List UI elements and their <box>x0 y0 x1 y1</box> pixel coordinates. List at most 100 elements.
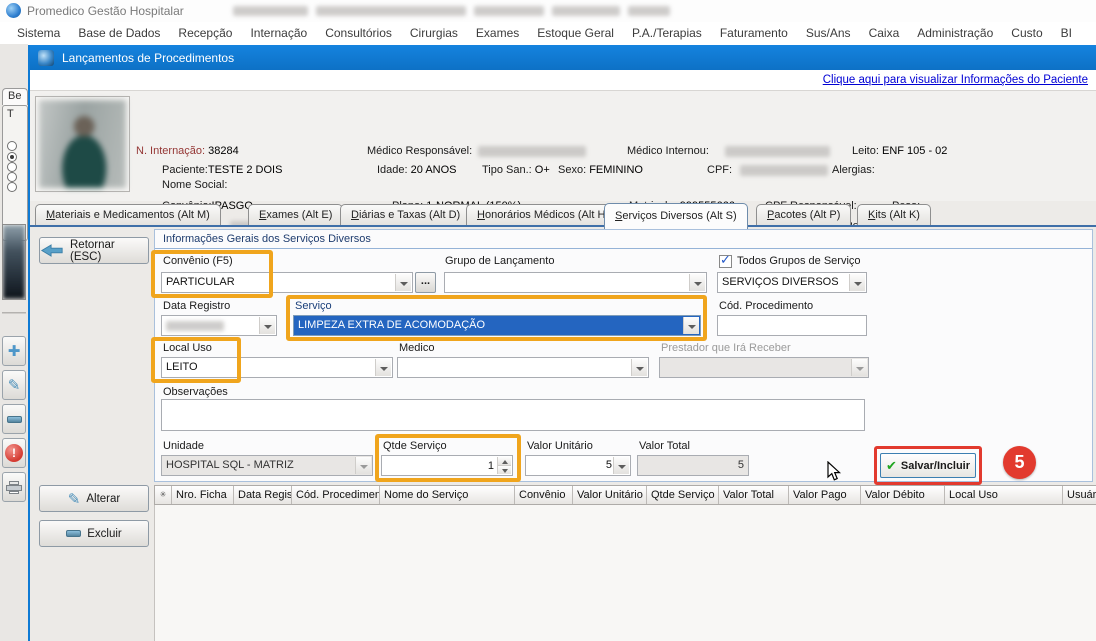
spin-up-icon[interactable] <box>498 457 511 466</box>
convenio-label: Convênio (F5) <box>163 255 233 267</box>
local-uso-label: Local Uso <box>163 342 212 354</box>
menu-bi[interactable]: BI <box>1052 22 1081 44</box>
chevron-down-icon[interactable] <box>395 274 411 291</box>
field-idade: Idade: 20 ANOS <box>377 164 457 176</box>
radio-option-5[interactable] <box>7 182 17 192</box>
patient-photo-frame <box>35 96 130 192</box>
remove-button[interactable] <box>2 404 26 434</box>
menu-sistema[interactable]: Sistema <box>8 22 69 44</box>
todos-grupos-checkbox[interactable]: ✓ <box>719 255 732 268</box>
convenio-browse-button[interactable]: ... <box>415 272 436 293</box>
retornar-button[interactable]: Retornar (ESC) <box>39 237 149 264</box>
menu-cirurgias[interactable]: Cirurgias <box>401 22 467 44</box>
chevron-down-icon[interactable] <box>683 317 699 334</box>
menu-administracao[interactable]: Administração <box>908 22 1002 44</box>
column-header-valor-unitario[interactable]: Valor Unitário <box>573 486 647 504</box>
menu-recepcao[interactable]: Recepção <box>169 22 241 44</box>
qtde-servico-label: Qtde Serviço <box>383 440 447 452</box>
menu-custo[interactable]: Custo <box>1002 22 1051 44</box>
menu-estoque-geral[interactable]: Estoque Geral <box>528 22 623 44</box>
chevron-down-icon[interactable] <box>613 457 629 474</box>
background-photo-thumbnail <box>2 224 26 300</box>
menu-pa-terapias[interactable]: P.A./Terapias <box>623 22 711 44</box>
column-header-qtde-servico[interactable]: Qtde Serviço <box>647 486 719 504</box>
add-button[interactable]: ✚ <box>2 336 26 366</box>
column-header-usuario[interactable]: Usuário <box>1063 486 1096 504</box>
tab-honorarios-medicos[interactable]: Honorários Médicos (Alt H) <box>466 204 620 225</box>
mouse-cursor <box>827 461 842 482</box>
redacted-text <box>628 6 670 16</box>
observacoes-textarea[interactable] <box>161 399 865 431</box>
column-header-cod-procediment[interactable]: Cód. Procediment <box>292 486 380 504</box>
column-header-valor-pago[interactable]: Valor Pago <box>789 486 861 504</box>
background-window-strip: Be T ✚ ✎ ! <box>0 44 28 641</box>
cod-procedimento-input[interactable] <box>717 315 867 336</box>
tab-materiais-medicamentos[interactable]: Materiais e Medicamentos (Alt M) <box>35 204 221 225</box>
tab-diarias-taxas[interactable]: Diárias e Taxas (Alt D) <box>340 204 471 225</box>
field-tipo-sanguineo: Tipo San.: O+ <box>482 164 550 176</box>
salvar-incluir-button[interactable]: ✔ Salvar/Incluir <box>880 453 976 478</box>
chevron-down-icon[interactable] <box>631 359 647 376</box>
tab-servicos-diversos[interactable]: Serviços Diversos (Alt S) <box>604 203 748 229</box>
grupo-lancamento-combobox[interactable] <box>444 272 707 293</box>
plus-icon: ✚ <box>8 342 21 360</box>
radio-option-1[interactable] <box>7 141 17 151</box>
observacoes-label: Observações <box>163 386 228 398</box>
edit-button[interactable]: ✎ <box>2 370 26 400</box>
redacted-text <box>316 6 466 16</box>
chevron-down-icon[interactable] <box>375 359 391 376</box>
results-grid-body[interactable] <box>154 505 1096 641</box>
menu-internacao[interactable]: Internação <box>241 22 316 44</box>
unidade-label: Unidade <box>163 440 204 452</box>
field-cpf: CPF: <box>707 164 732 176</box>
local-uso-combobox[interactable]: LEITO <box>161 357 393 378</box>
excluir-label: Excluir <box>87 528 122 540</box>
menu-exames[interactable]: Exames <box>467 22 528 44</box>
column-header-valor-total[interactable]: Valor Total <box>719 486 789 504</box>
field-medico-responsavel: Médico Responsável: <box>367 145 472 157</box>
minus-icon <box>7 416 22 423</box>
valor-unitario-combobox[interactable]: 5 <box>525 455 631 476</box>
cod-procedimento-label: Cód. Procedimento <box>719 300 813 312</box>
chevron-down-icon[interactable] <box>689 274 705 291</box>
radio-option-2-selected[interactable] <box>7 152 17 162</box>
background-label: T <box>7 108 14 120</box>
menu-faturamento[interactable]: Faturamento <box>711 22 797 44</box>
medico-combobox[interactable] <box>397 357 649 378</box>
servico-combobox[interactable]: LIMPEZA EXTRA DE ACOMODAÇÃO <box>293 315 701 336</box>
background-tab[interactable]: Be <box>2 88 28 105</box>
excluir-button[interactable]: Excluir <box>39 520 149 547</box>
menu-sus-ans[interactable]: Sus/Ans <box>797 22 860 44</box>
tab-exames[interactable]: Exames (Alt E) <box>248 204 343 225</box>
valor-total-label: Valor Total <box>639 440 690 452</box>
column-header-valor-debito[interactable]: Valor Débito <box>861 486 945 504</box>
spin-down-icon[interactable] <box>498 466 511 474</box>
convenio-combobox[interactable]: PARTICULAR <box>161 272 413 293</box>
column-header-data-regist[interactable]: Data Regist <box>234 486 292 504</box>
alert-button[interactable]: ! <box>2 438 26 468</box>
alterar-button[interactable]: ✎ Alterar <box>39 485 149 512</box>
qtde-servico-stepper[interactable]: 1 <box>381 455 513 476</box>
data-registro-combobox[interactable] <box>161 315 277 336</box>
menu-caixa[interactable]: Caixa <box>860 22 909 44</box>
redacted-text <box>233 6 308 16</box>
chevron-down-icon[interactable] <box>259 317 275 334</box>
column-header-nome-servico[interactable]: Nome do Serviço <box>380 486 515 504</box>
tab-content: Retornar (ESC) ✎ Alterar Excluir Informa… <box>30 227 1096 641</box>
tab-kits[interactable]: Kits (Alt K) <box>857 204 931 225</box>
column-header-local-uso[interactable]: Local Uso <box>945 486 1063 504</box>
column-header-nro-ficha[interactable]: Nro. Ficha <box>172 486 234 504</box>
chevron-down-icon[interactable] <box>849 274 865 291</box>
column-header-convenio[interactable]: Convênio <box>515 486 573 504</box>
print-button[interactable] <box>2 472 26 502</box>
grid-gutter-icon: ✳ <box>155 486 172 504</box>
menu-base-de-dados[interactable]: Base de Dados <box>69 22 169 44</box>
radio-option-4[interactable] <box>7 172 17 182</box>
tab-pacotes[interactable]: Pacotes (Alt P) <box>756 204 851 225</box>
radio-option-3[interactable] <box>7 162 17 172</box>
patient-info-link[interactable]: Clique aqui para visualizar Informações … <box>823 74 1088 86</box>
menu-consultorios[interactable]: Consultórios <box>316 22 401 44</box>
data-registro-label: Data Registro <box>163 300 230 312</box>
app-title: Promedico Gestão Hospitalar <box>27 4 184 18</box>
grupo-servico-combobox[interactable]: SERVIÇOS DIVERSOS <box>717 272 867 293</box>
